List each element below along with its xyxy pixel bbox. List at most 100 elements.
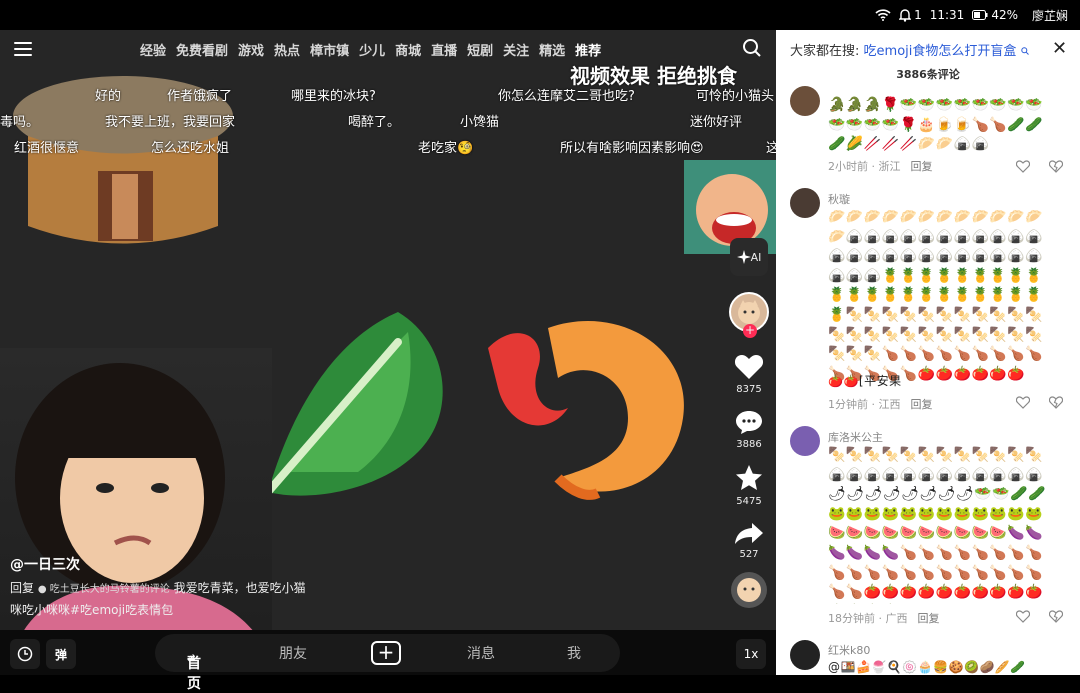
bottom-nav: 首页 ⇄ 朋友 + 消息 我 xyxy=(155,634,620,692)
danmaku-comment: 喝醉了。 xyxy=(348,115,401,130)
comment-time: 1分钟前 · 江西 xyxy=(828,398,901,411)
create-plus-button[interactable]: + xyxy=(371,641,401,665)
reply-button[interactable]: 回复 xyxy=(911,160,933,173)
tab-item[interactable]: 游戏 xyxy=(238,40,264,59)
reply-button[interactable]: 回复 xyxy=(918,612,940,625)
lettuce-emoji xyxy=(248,302,458,512)
battery-indicator: 42% xyxy=(972,8,1018,22)
notification-indicator: 1 xyxy=(899,8,922,22)
comment-total: 3886条评论 xyxy=(896,68,960,81)
user-name: 廖芷娴 xyxy=(1031,8,1068,23)
danmaku-comment: 你怎么连摩艾二哥也吃? xyxy=(498,89,635,104)
top-tabs: 经验 免费看剧 游戏 热点 樟市镇 少儿 商城 直播 短剧 关注 精选 推荐 xyxy=(140,40,601,59)
favorite-count: 5475 xyxy=(736,496,762,507)
battery-icon xyxy=(972,10,988,20)
dislike-heart-icon[interactable] xyxy=(1049,610,1063,623)
comment-time: 18分钟前 · 广西 xyxy=(828,612,908,625)
star-favorite-icon[interactable] xyxy=(735,464,763,492)
avatar[interactable] xyxy=(790,426,820,456)
like-heart-icon[interactable] xyxy=(734,352,764,380)
trending-search: 大家都在搜: 吃emoji食物怎么打开盲盒 xyxy=(790,40,1029,59)
danmaku-comment: 好的 xyxy=(95,89,122,104)
status-bar: 1 11:31 42% 廖芷娴 xyxy=(0,0,1080,30)
tab-item[interactable]: 少儿 xyxy=(359,40,385,59)
comment-text: 🥟🥟🥟🥟🥟🥟🥟🥟🥟🥟🥟🥟🥟🍙🍙🍙🍙🍙🍙🍙🍙🍙🍙🍙🍙🍙🍙🍙🍙🍙🍙🍙🍙🍙🍙🍙🍙🍙🍙🍍… xyxy=(828,209,1044,382)
danmaku-icon: 弹 xyxy=(54,647,67,662)
speed-button[interactable]: 1x xyxy=(736,639,766,669)
video-description: 回复 ● 吃土豆长大的马铃薯的评论 我爱吃青菜，也爱吃小猫咪吃小咪咪#吃emoj… xyxy=(10,578,310,620)
reply-button[interactable]: 回复 xyxy=(911,398,933,411)
sparkle-icon xyxy=(736,250,751,264)
comment-meta: 2小时前 · 浙江 回复 xyxy=(828,158,933,174)
reply-prefix: 回复 xyxy=(10,581,35,595)
comments-panel: 大家都在搜: 吃emoji食物怎么打开盲盒 ✕ 3886条评论 🐊🐊🐊🌹🥗🥗🥗🥗… xyxy=(776,30,1080,675)
trending-search-link[interactable]: 吃emoji食物怎么打开盲盒 xyxy=(864,44,1029,59)
dislike-heart-icon[interactable] xyxy=(1049,160,1063,173)
tab-item[interactable]: 热点 xyxy=(274,40,300,59)
tab-item[interactable]: 关注 xyxy=(503,40,529,59)
comment-text: 🍢🍢🍢🍢🍢🍢🍢🍢🍢🍢🍢🍢🍙🍙🍙🍙🍙🍙🍙🍙🍙🍙🍙🍙🌶🌶🌶🌶🌶🌶🌶🌶🥗🥗🥒🥒🐸🐸🐸🐸… xyxy=(828,447,1046,604)
like-heart-icon[interactable] xyxy=(1016,160,1030,173)
avatar[interactable] xyxy=(790,188,820,218)
clock: 11:31 xyxy=(929,8,965,22)
tab-item[interactable]: 商城 xyxy=(395,40,421,59)
dislike-heart-icon[interactable] xyxy=(1049,396,1063,409)
music-disc-avatar[interactable] xyxy=(731,572,767,608)
danmaku-comment: 小馋猫 xyxy=(460,115,500,130)
comment-time: 2小时前 · 浙江 xyxy=(828,160,901,173)
danmaku-comment: 所以有啥影响因素影响😍 xyxy=(560,141,704,156)
nav-messages[interactable]: 消息 xyxy=(467,643,495,663)
comment-author[interactable]: 库洛米公主 xyxy=(828,429,883,445)
tab-item[interactable]: 直播 xyxy=(431,40,457,59)
danmaku-comment: 毒吗。 xyxy=(0,115,40,130)
danmaku-comment: 老吃家🧐 xyxy=(418,141,474,156)
tab-item[interactable]: 经验 xyxy=(140,40,166,59)
timer-button[interactable] xyxy=(10,639,40,669)
ai-label: AI xyxy=(750,250,762,264)
comment-author[interactable]: 秋璇 xyxy=(828,191,850,207)
like-heart-icon[interactable] xyxy=(1016,610,1030,623)
nav-me[interactable]: 我 xyxy=(567,643,581,663)
wifi-icon xyxy=(875,9,891,21)
menu-icon[interactable] xyxy=(14,42,32,56)
avatar[interactable] xyxy=(790,86,820,116)
tab-item[interactable]: 精选 xyxy=(539,40,565,59)
comment-icon[interactable] xyxy=(735,409,763,435)
search-icon[interactable] xyxy=(742,38,762,58)
share-count: 527 xyxy=(739,549,759,560)
share-arrow-icon[interactable] xyxy=(734,521,764,545)
danmaku-comment: 哪里来的冰块? xyxy=(291,89,376,104)
danmaku-toggle-button[interactable]: 弹 xyxy=(46,639,76,669)
danmaku-comment: 作者饿疯了 xyxy=(167,89,233,104)
ai-button[interactable]: AI xyxy=(730,238,768,276)
trending-search-label: 大家都在搜: xyxy=(790,44,860,59)
close-icon[interactable]: ✕ xyxy=(1052,38,1067,59)
tab-item[interactable]: 短剧 xyxy=(467,40,493,59)
cat-avatar-icon xyxy=(737,578,761,602)
tab-item-active[interactable]: 推荐 xyxy=(575,40,601,59)
danmaku-comment: 怎么还吃水姐 xyxy=(151,141,230,156)
trending-search-query: 吃emoji食物怎么打开盲盒 xyxy=(863,44,1017,59)
comment-text: @🍱🍰🍧🍳🍥🧁🍔🍪🥝🥔🥖🥒 xyxy=(828,660,1026,674)
comment-author[interactable]: 红米k80 xyxy=(828,642,870,658)
avatar[interactable] xyxy=(790,640,820,670)
comment-meta: 1分钟前 · 江西 回复 xyxy=(828,396,933,412)
notification-count: 1 xyxy=(914,8,922,22)
reply-reference-text: 吃土豆长大的马铃薯的评论 xyxy=(49,584,170,595)
nav-friends[interactable]: 朋友 xyxy=(279,643,307,663)
author-avatar[interactable]: + xyxy=(729,292,769,338)
search-icon xyxy=(1020,47,1029,55)
bell-icon xyxy=(899,9,912,22)
clock-icon xyxy=(17,646,33,662)
action-column: AI + 8375 3886 5475 527 xyxy=(726,238,772,608)
tab-item[interactable]: 樟市镇 xyxy=(310,40,349,59)
like-heart-icon[interactable] xyxy=(1016,396,1030,409)
follow-plus-icon[interactable]: + xyxy=(743,324,757,338)
comment-text-tail: 🍅🍅[平安果 xyxy=(828,374,902,388)
danmaku-comment: 我不要上班，我要回家 xyxy=(105,115,236,130)
comment-text: 🐊🐊🐊🌹🥗🥗🥗🥗🥗🥗🥗🥗🥗🥗🥗🥗🌹🎂🍺🍺🍗🍗🥒🥒🥒🌽🥢🥢🥢🥟🥟🍙🍙 xyxy=(828,97,1044,153)
video-author[interactable]: @一日三次 xyxy=(10,554,80,574)
reply-reference[interactable]: ● 吃土豆长大的马铃薯的评论 xyxy=(38,584,170,595)
tab-item[interactable]: 免费看剧 xyxy=(176,40,228,59)
swap-icon: ⇄ xyxy=(187,653,196,664)
